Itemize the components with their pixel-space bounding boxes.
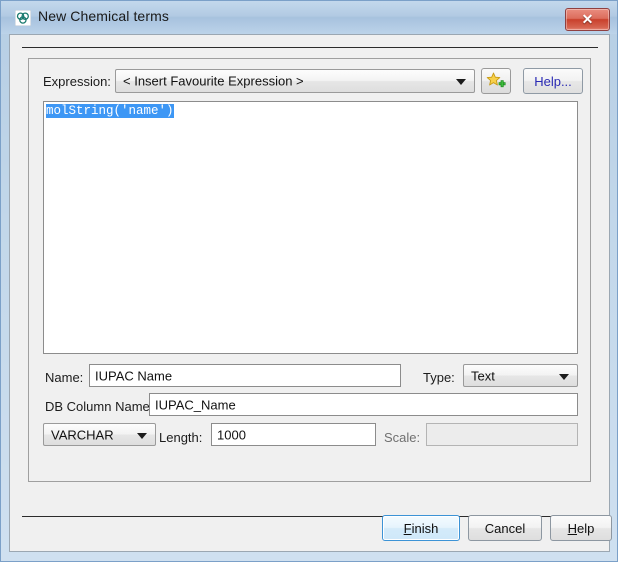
db-column-name-input[interactable]: IUPAC_Name (149, 393, 578, 416)
name-input-value: IUPAC Name (95, 368, 173, 383)
finish-button-mnemonic: F (403, 520, 412, 536)
db-column-name-label: DB Column Name: (45, 399, 154, 414)
close-icon: ✕ (581, 11, 594, 27)
close-button[interactable]: ✕ (565, 8, 610, 31)
chevron-down-icon (456, 79, 466, 85)
add-favourite-button[interactable] (481, 68, 511, 94)
type-dropdown[interactable]: Text (463, 364, 578, 387)
top-separator (22, 47, 598, 48)
expression-editor-text: molString('name') (46, 104, 174, 118)
cancel-button[interactable]: Cancel (468, 515, 542, 541)
sql-type-dropdown[interactable]: VARCHAR (43, 423, 156, 446)
add-favourite-star-icon (482, 72, 510, 90)
dialog-client-area: Expression: < Insert Favourite Expressio… (9, 34, 612, 552)
finish-button[interactable]: Finish (382, 515, 460, 541)
window-title: New Chemical terms (38, 8, 169, 24)
chevron-down-icon (559, 373, 569, 380)
help-button-mnemonic: H (567, 520, 578, 536)
expression-editor[interactable]: molString('name') (43, 101, 578, 354)
favourite-expression-dropdown[interactable]: < Insert Favourite Expression > (115, 69, 475, 93)
scale-label: Scale: (384, 430, 421, 445)
finish-button-label: inish (411, 520, 439, 536)
dialog-window: New Chemical terms ✕ Expression: < Inser… (0, 0, 618, 562)
length-input-value: 1000 (217, 427, 246, 442)
title-bar[interactable]: New Chemical terms ✕ (1, 1, 617, 34)
db-column-name-value: IUPAC_Name (155, 397, 236, 412)
expression-panel: Expression: < Insert Favourite Expressio… (28, 58, 591, 482)
type-label: Type: (423, 370, 455, 385)
chevron-down-icon (137, 432, 147, 439)
favourite-expression-value: < Insert Favourite Expression > (123, 73, 304, 89)
sql-type-value: VARCHAR (51, 427, 114, 442)
expression-editor-line: molString('name') (46, 104, 174, 119)
type-value: Text (471, 368, 495, 383)
length-input[interactable]: 1000 (211, 423, 376, 446)
help-button[interactable]: Help (550, 515, 612, 541)
length-label: Length: (159, 430, 203, 445)
name-input[interactable]: IUPAC Name (89, 364, 401, 387)
help-button-label: elp (577, 520, 595, 536)
chemical-structure-icon (14, 9, 32, 27)
expression-label: Expression: (43, 74, 111, 89)
expression-help-button[interactable]: Help... (523, 68, 583, 94)
scale-input (426, 423, 578, 446)
name-label: Name: (45, 370, 84, 385)
